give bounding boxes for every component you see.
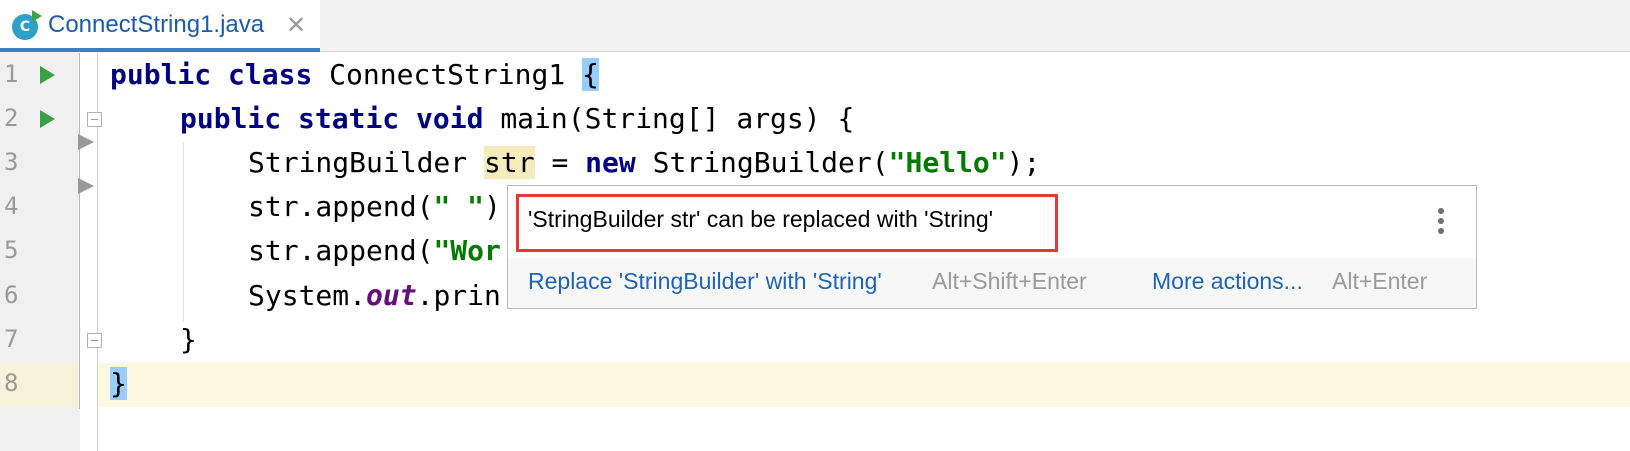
code-line-3[interactable]: StringBuilder str = new StringBuilder("H… (248, 141, 1040, 185)
line-number: 2 (4, 104, 19, 132)
current-line-highlight (98, 363, 1630, 407)
type-name: StringBuilder (248, 146, 468, 179)
code-line-8[interactable]: } (110, 362, 127, 406)
run-class-icon[interactable] (40, 66, 55, 84)
keyword: static (298, 102, 400, 135)
code-line-5[interactable]: str.append("Wor (248, 229, 501, 273)
more-options-icon[interactable] (1438, 208, 1446, 238)
class-icon-letter: C (19, 19, 31, 35)
replace-action-link[interactable]: Replace 'StringBuilder' with 'String' (528, 268, 882, 295)
method-call: str.append( (248, 234, 434, 267)
line-number: 5 (4, 236, 19, 264)
editor-tab-bar: C ConnectString1.java ✕ (0, 0, 1630, 52)
inspection-message: 'StringBuilder str' can be replaced with… (528, 206, 994, 232)
more-actions-link[interactable]: More actions... (1152, 268, 1303, 295)
code-line-7[interactable]: } (180, 318, 197, 362)
keyword: public (110, 58, 212, 91)
fold-end-icon[interactable] (87, 333, 102, 348)
method-call: str.append( (248, 190, 434, 223)
line-number: 8 (4, 369, 19, 397)
line-number: 7 (4, 325, 19, 353)
class-name: ConnectString1 (329, 58, 566, 91)
fold-start-icon[interactable] (87, 112, 102, 127)
code-line-4[interactable]: str.append(" ") (248, 185, 501, 229)
keyword: new (585, 146, 636, 179)
line-number: 3 (4, 148, 19, 176)
code-line-2[interactable]: public static void main(String[] args) { (180, 97, 854, 141)
code-line-6[interactable]: System.out.prin (248, 274, 501, 318)
line-number: 1 (4, 60, 19, 88)
string-literal: "Hello" (888, 146, 1007, 179)
runnable-badge-icon (32, 10, 42, 22)
keyword: class (228, 58, 313, 91)
more-actions-shortcut: Alt+Enter (1332, 268, 1428, 294)
line-number: 4 (4, 192, 19, 220)
line-number: 6 (4, 281, 19, 309)
statement-end: ) (484, 190, 501, 223)
method-signature: main(String[] args) { (500, 102, 855, 135)
constructor-call: StringBuilder( (652, 146, 889, 179)
static-field: out (366, 279, 417, 312)
operator: = (534, 146, 586, 179)
statement-end: ); (1006, 146, 1041, 179)
indent-guide (183, 142, 184, 322)
inspection-popup: 'StringBuilder str' can be replaced with… (507, 185, 1477, 309)
string-literal: " " (433, 190, 485, 223)
tab-connectstring1-java[interactable]: C ConnectString1.java ✕ (0, 0, 320, 52)
highlighted-variable: str (484, 146, 535, 179)
closing-brace: } (180, 323, 197, 356)
close-tab-icon[interactable]: ✕ (286, 11, 306, 40)
code-line-1[interactable]: public class ConnectString1 { (110, 53, 599, 97)
string-literal: "Wor (433, 234, 501, 267)
gutter-marker-icon[interactable] (78, 178, 94, 194)
popup-message-area: 'StringBuilder str' can be replaced with… (508, 186, 1476, 258)
matched-brace: } (110, 367, 127, 400)
gutter-marker-icon[interactable] (78, 134, 94, 150)
method-call: .prin (416, 279, 501, 312)
keyword: void (416, 102, 484, 135)
tab-title: ConnectString1.java (48, 11, 265, 38)
run-main-icon[interactable] (40, 110, 55, 128)
java-class-icon: C (12, 10, 42, 40)
replace-action-shortcut: Alt+Shift+Enter (932, 268, 1087, 294)
keyword: public (180, 102, 282, 135)
matched-brace: { (582, 58, 599, 91)
class-reference: System. (248, 279, 367, 312)
